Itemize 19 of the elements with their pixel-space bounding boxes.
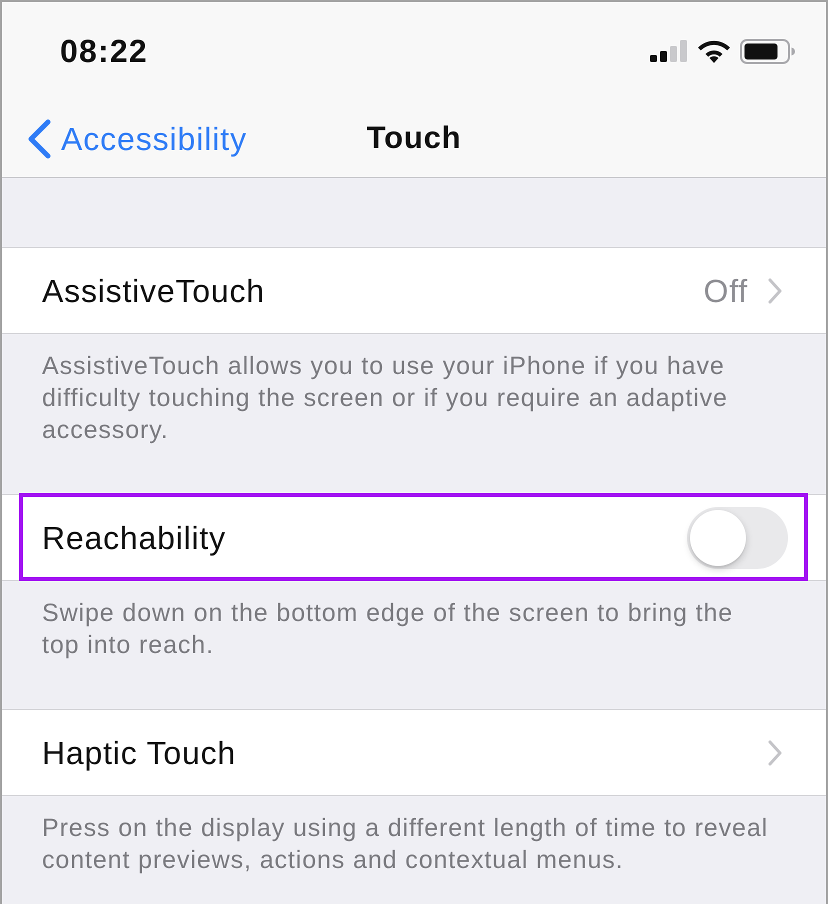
- settings-row[interactable]: Haptic Touch: [2, 709, 826, 796]
- status-time: 08:22: [60, 32, 148, 71]
- section-footer-text: AssistiveTouch allows you to use your iPhone if you have difficulty touching the screen or if you require an adaptive accessory.: [41, 351, 729, 446]
- row-label: Reachability: [42, 518, 226, 558]
- row-label: Haptic Touch: [42, 734, 236, 773]
- chevron-right-icon: [768, 278, 782, 304]
- back-button[interactable]: Accessibility: [2, 114, 247, 162]
- settings-row[interactable]: Reachability: [2, 494, 826, 581]
- nav-title: Touch: [366, 119, 462, 158]
- section-footer-text: Press on the display using a different length of time to reveal content previews, actions and contextual menus.: [41, 813, 770, 876]
- section-footer-text: Swipe down on the bottom edge of the screen to bring the top into reach.: [41, 598, 734, 661]
- battery-icon: [740, 38, 795, 64]
- chevron-right-icon: [768, 740, 782, 766]
- row-value: Off: [704, 272, 748, 310]
- signal-bars-icon: [650, 40, 688, 62]
- row-label: AssistiveTouch: [42, 272, 265, 310]
- wifi-icon: [698, 40, 730, 62]
- back-chevron-icon: [27, 118, 51, 158]
- settings-row[interactable]: AssistiveTouch Off: [2, 247, 826, 334]
